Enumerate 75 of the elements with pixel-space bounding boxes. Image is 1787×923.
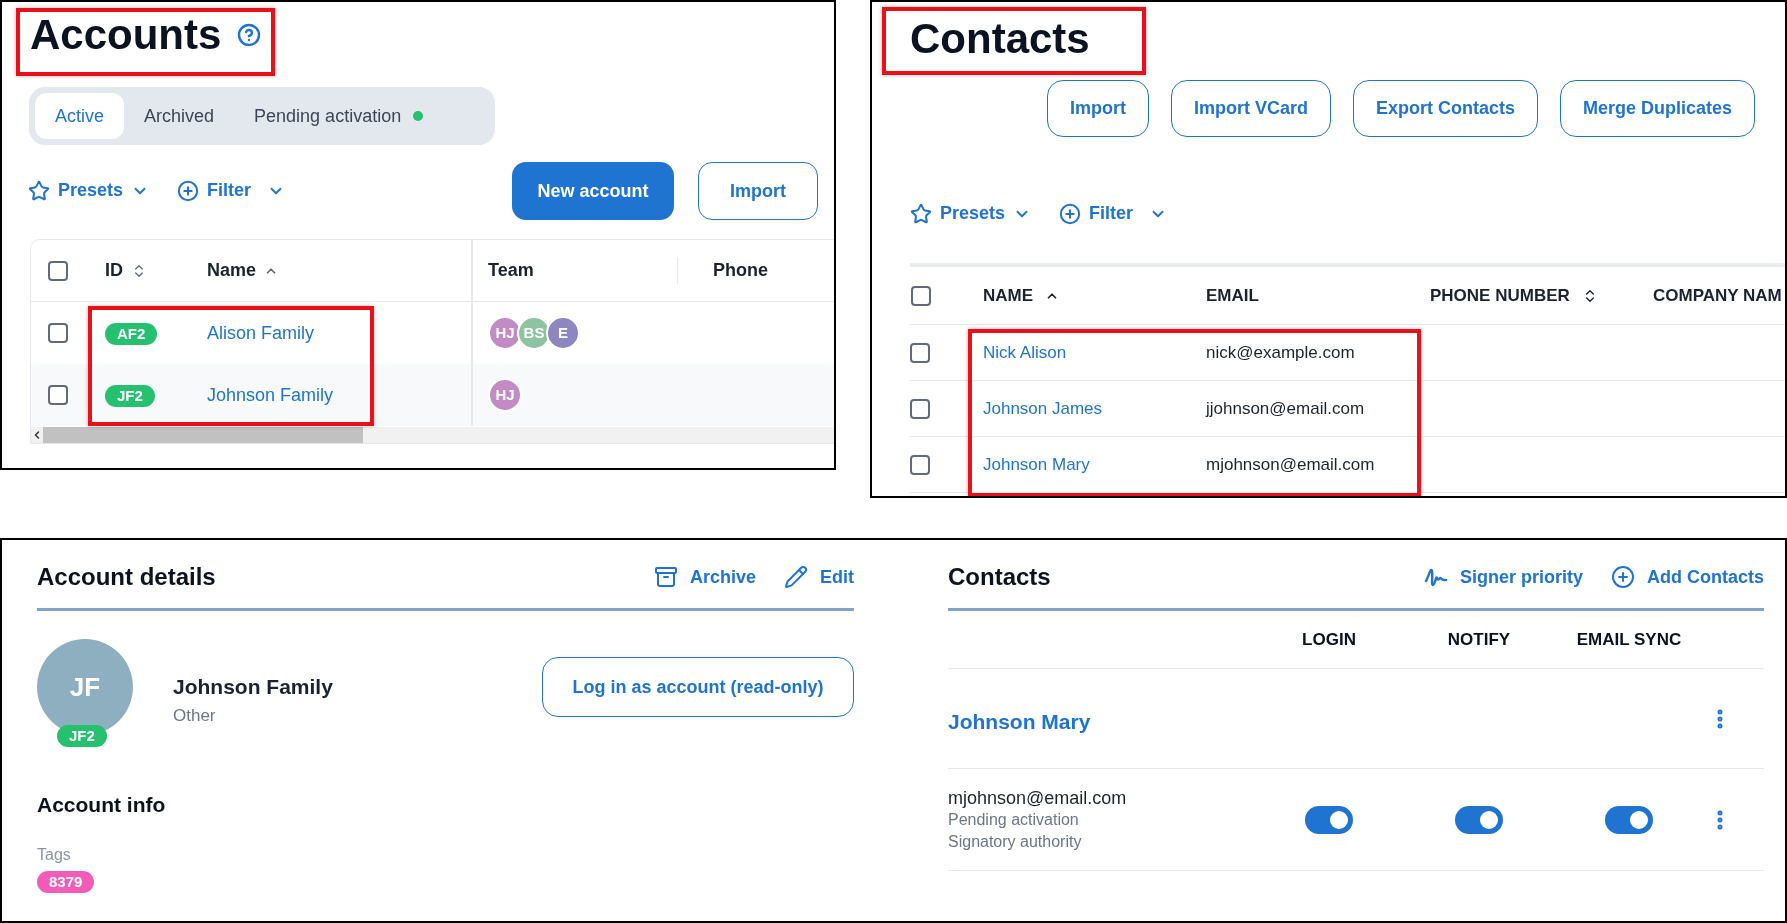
plus-circle-icon — [1611, 565, 1635, 589]
member-avatar: HJ — [488, 316, 522, 350]
toggle-switch[interactable] — [1305, 805, 1353, 834]
import-button[interactable]: Import — [698, 162, 818, 220]
checkbox[interactable] — [911, 285, 931, 306]
log-in-button[interactable]: Log in as account (read-only) — [542, 657, 854, 717]
column-header[interactable]: Name — [207, 257, 257, 284]
section-title: Account details — [37, 562, 216, 592]
filter-button[interactable]: Filter — [177, 177, 286, 204]
pencil-icon — [784, 565, 808, 589]
column-header[interactable]: NAME — [983, 282, 1034, 309]
presets-button[interactable]: Presets — [910, 200, 1032, 227]
member-avatar: BS — [517, 316, 551, 350]
presets-button[interactable]: Presets — [28, 177, 150, 204]
contact-link[interactable]: Johnson James — [983, 398, 1103, 418]
section-title: Contacts — [948, 562, 1051, 592]
column-header: EMAIL SYNC — [1576, 628, 1682, 651]
archive-button[interactable]: Archive — [653, 563, 756, 591]
star-icon — [910, 202, 932, 225]
toggle-switch[interactable] — [1455, 805, 1503, 834]
tab[interactable]: Active — [35, 93, 125, 139]
id-badge: AF2 — [105, 322, 158, 345]
plus-circle-icon — [177, 179, 200, 202]
contact-status: Pending activation — [948, 809, 1080, 830]
email-cell: jjohnson@email.com — [1206, 398, 1365, 418]
column-header[interactable]: PHONE NUMBER — [1430, 282, 1570, 309]
page-title: Accounts — [30, 14, 222, 56]
email-cell: nick@example.com — [1206, 342, 1355, 362]
toolbar-button[interactable]: Export Contacts — [1353, 80, 1539, 137]
help-icon[interactable] — [237, 23, 262, 47]
checkbox[interactable] — [48, 323, 68, 343]
email-cell: mjohnson@email.com — [1206, 454, 1375, 474]
edit-button[interactable]: Edit — [784, 563, 854, 591]
archive-icon — [653, 565, 678, 589]
checkbox[interactable] — [910, 342, 930, 363]
checkbox[interactable] — [910, 398, 930, 419]
account-type: Other — [173, 704, 217, 727]
contact-email: mjohnson@email.com — [948, 786, 1128, 809]
tab[interactable]: Archived — [124, 93, 235, 139]
contact-link[interactable]: Nick Alison — [983, 342, 1067, 362]
toolbar-button[interactable]: Merge Duplicates — [1560, 80, 1756, 137]
checkbox[interactable] — [48, 260, 68, 281]
contact-link[interactable]: Johnson Mary — [948, 705, 1091, 738]
member-avatar: HJ — [488, 378, 522, 412]
account-name: Johnson Family — [173, 674, 333, 700]
field-label: Tags — [37, 844, 72, 865]
column-header[interactable]: Phone — [713, 260, 768, 280]
filter-button[interactable]: Filter — [1059, 200, 1168, 227]
section-title: Account info — [37, 792, 167, 818]
contact-role: Signatory authority — [948, 831, 1083, 852]
account-link[interactable]: Alison Family — [207, 319, 315, 347]
contact-link[interactable]: Johnson Mary — [983, 454, 1090, 474]
plus-circle-icon — [1059, 202, 1082, 225]
signer-priority-button[interactable]: Signer priority — [1423, 563, 1583, 591]
toolbar-button[interactable]: Import — [1047, 80, 1149, 137]
id-badge: JF2 — [105, 384, 155, 407]
member-avatar: E — [546, 316, 580, 350]
star-icon — [28, 179, 50, 202]
column-header[interactable]: ID — [105, 257, 123, 284]
scrollbar-thumb[interactable] — [43, 427, 363, 443]
tab[interactable]: Pending activation — [234, 93, 444, 139]
column-header[interactable]: Team — [488, 260, 534, 280]
checkbox[interactable] — [910, 454, 930, 475]
add-contacts-button[interactable]: Add Contacts — [1611, 563, 1764, 591]
column-header[interactable]: EMAIL — [1206, 285, 1259, 305]
toolbar-button[interactable]: Import VCard — [1171, 80, 1331, 137]
page-title: Contacts — [910, 18, 1090, 60]
tag: 8379 — [37, 870, 95, 893]
column-header: LOGIN — [1302, 628, 1356, 651]
checkbox[interactable] — [48, 385, 68, 405]
new-account-button[interactable]: New account — [512, 162, 674, 220]
column-header[interactable]: COMPANY NAM — [1653, 285, 1782, 305]
account-link[interactable]: Johnson Family — [207, 381, 334, 409]
column-header: NOTIFY — [1447, 628, 1511, 651]
toggle-switch[interactable] — [1605, 805, 1653, 834]
